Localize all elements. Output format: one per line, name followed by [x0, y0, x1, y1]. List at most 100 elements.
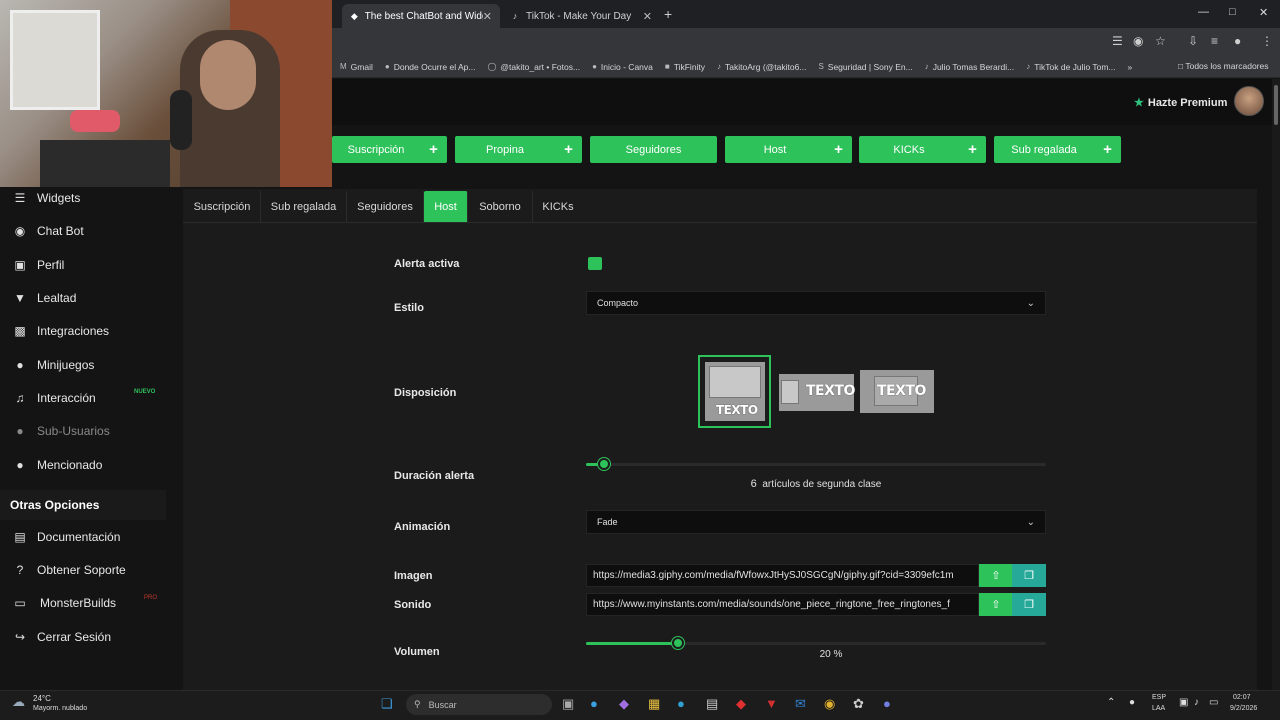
gallery-icon[interactable]: ❐	[1012, 593, 1046, 616]
scrollbar[interactable]	[1272, 79, 1280, 690]
chevron-down-icon: ⌄	[1026, 297, 1035, 309]
bookmark-item[interactable]: ♪ TakitoArg (@takito6...	[717, 62, 806, 72]
user-plus-icon: ●	[16, 424, 24, 438]
taskbar	[0, 690, 1280, 720]
mcafee-icon[interactable]: ▼	[765, 696, 778, 711]
maximize-button[interactable]: □	[1229, 6, 1236, 18]
duracion-slider[interactable]	[586, 458, 1046, 470]
minimize-button[interactable]: —	[1198, 6, 1209, 18]
sidebar-item-integraciones[interactable]: ▩ Integraciones	[12, 324, 109, 338]
browser-tab[interactable]: ♪ TikTok - Make Your Day ✕	[502, 4, 660, 28]
windows-start-icon[interactable]: ❏	[381, 696, 393, 712]
bookmark-item[interactable]: ♪ TikTok de Julio Tom...	[1026, 62, 1115, 72]
tab-sub-regalada[interactable]: Sub regalada	[261, 191, 347, 222]
close-tab-icon[interactable]: ✕	[483, 10, 492, 23]
sonido-url-input[interactable]: https://www.myinstants.com/media/sounds/…	[586, 593, 979, 616]
event-button-kicks[interactable]: KICKs +	[859, 136, 986, 163]
volume-icon[interactable]: ♪	[1194, 697, 1199, 708]
tab-suscripcion[interactable]: Suscripción	[184, 191, 261, 222]
event-button-suscripcion[interactable]: Suscripción +	[332, 136, 447, 163]
sidebar-item-interaccion[interactable]: ♫ Interacción	[12, 391, 96, 405]
tiktok-icon: ♪	[717, 62, 722, 71]
all-bookmarks-button[interactable]: □ Todos los marcadores	[1178, 61, 1269, 71]
clock-time[interactable]: 02:07	[1233, 694, 1251, 701]
bookmark-item[interactable]: ● Donde Ocurre el Ap...	[385, 62, 476, 72]
sidebar-item-mencionado[interactable]: ● Mencionado	[12, 458, 102, 472]
tab-host[interactable]: Host	[424, 191, 468, 222]
file-explorer-icon[interactable]: ▦	[648, 696, 660, 712]
battery-icon[interactable]: ▭	[1209, 697, 1218, 708]
imagen-url-input[interactable]: https://media3.giphy.com/media/fWfowxJtH…	[586, 564, 979, 587]
bookmark-item[interactable]: ● Inicio - Canva	[592, 62, 653, 72]
bookmark-item[interactable]: ♪ Julio Tomas Berardi...	[925, 62, 1015, 72]
outlook-icon[interactable]: ✉	[795, 696, 806, 712]
eye-off-icon[interactable]: ◉	[1133, 34, 1143, 48]
sidebar-item-widgets[interactable]: ☰ Widgets	[12, 191, 81, 205]
chrome-icon[interactable]: ◉	[824, 696, 835, 712]
volumen-slider[interactable]	[586, 637, 1046, 649]
estilo-select[interactable]: Compacto ⌄	[586, 291, 1046, 315]
avatar[interactable]	[1234, 86, 1264, 116]
event-button-propina[interactable]: Propina +	[455, 136, 582, 163]
sidebar-item-monsterbuilds[interactable]: ▭ MonsterBuilds	[12, 596, 116, 610]
page-header	[332, 79, 1272, 125]
sidebar-item-chat-bot[interactable]: ◉ Chat Bot	[12, 224, 84, 238]
event-button-host[interactable]: Host +	[725, 136, 852, 163]
close-window-button[interactable]: ✕	[1259, 6, 1268, 19]
scrollbar-thumb[interactable]	[1274, 85, 1278, 125]
tab-kicks[interactable]: KICKs	[533, 191, 583, 222]
animacion-select[interactable]: Fade ⌄	[586, 510, 1046, 534]
profile-icon[interactable]: ●	[1234, 34, 1241, 48]
sidebar-item-sub-usuarios[interactable]: ● Sub-Usuarios	[12, 424, 109, 438]
bookmark-item[interactable]: ■ TikFinity	[665, 62, 705, 72]
network-icon[interactable]: ▣	[1179, 697, 1188, 708]
bookmark-item[interactable]: M Gmail	[340, 62, 373, 72]
premium-button[interactable]: ★ Hazte Premium	[1134, 96, 1227, 109]
app-red-icon[interactable]: ◆	[736, 696, 746, 712]
sidebar-item-lealtad[interactable]: ▼ Lealtad	[12, 291, 76, 305]
app-icon[interactable]: ◆	[619, 696, 629, 712]
clock-date[interactable]: 9/2/2026	[1230, 705, 1257, 712]
download-icon[interactable]: ⇩	[1188, 34, 1198, 48]
task-view-icon[interactable]: ▣	[562, 696, 574, 712]
gallery-icon[interactable]: ❐	[1012, 564, 1046, 587]
new-tab-button[interactable]: +	[664, 6, 672, 22]
chatgpt-icon[interactable]: ✿	[853, 696, 864, 712]
copilot-icon[interactable]: ●	[590, 696, 598, 711]
layout-option-side[interactable]: TEXTO	[779, 374, 855, 411]
bookmarks-overflow-button[interactable]: »	[1128, 62, 1133, 72]
close-tab-icon[interactable]: ✕	[643, 10, 652, 23]
layout-option-overlay[interactable]: TEXTO	[860, 370, 934, 413]
edge-icon[interactable]: ●	[677, 696, 685, 711]
media-queue-icon[interactable]: ≡	[1211, 34, 1218, 48]
taskbar-search[interactable]: ⚲ Buscar	[406, 694, 552, 715]
tray-chevron-up-icon[interactable]: ⌃	[1107, 697, 1115, 708]
volumen-slider-handle[interactable]	[672, 637, 684, 649]
weather-temp[interactable]: 24°C	[33, 694, 51, 703]
upload-icon[interactable]: ⇧	[979, 564, 1013, 587]
menu-icon[interactable]: ⋮	[1261, 34, 1273, 48]
sidebar-item-minijuegos[interactable]: ● Minijuegos	[12, 358, 94, 372]
store-icon[interactable]: ▤	[706, 696, 718, 712]
alerta-activa-checkbox[interactable]	[588, 257, 602, 270]
tab-soborno[interactable]: Soborno	[468, 191, 533, 222]
sidebar-item-obtener-soporte[interactable]: ? Obtener Soporte	[12, 563, 126, 577]
event-button-seguidores[interactable]: Seguidores	[590, 136, 717, 163]
bookmark-item[interactable]: S Seguridad | Sony En...	[818, 62, 912, 72]
upload-icon[interactable]: ⇧	[979, 593, 1013, 616]
sidebar-item-perfil[interactable]: ▣ Perfil	[12, 258, 64, 272]
translate-icon[interactable]: ☰	[1112, 34, 1123, 48]
language-indicator[interactable]: ESP	[1152, 694, 1166, 701]
sidebar-item-documentacion[interactable]: ▤ Documentación	[12, 530, 120, 544]
bookmark-item[interactable]: ◯ @takito_art • Fotos...	[487, 62, 580, 72]
sidebar-item-cerrar-sesion[interactable]: ↪ Cerrar Sesión	[12, 630, 111, 644]
bookmark-star-icon[interactable]: ☆	[1155, 34, 1166, 48]
tab-seguidores[interactable]: Seguidores	[347, 191, 424, 222]
microphone-icon[interactable]: ●	[1129, 697, 1135, 708]
event-button-sub-regalada[interactable]: Sub regalada +	[994, 136, 1121, 163]
layout-option-stacked[interactable]: TEXTO	[698, 355, 771, 428]
browser-tab[interactable]: ◆ The best ChatBot and Widgets ✕	[342, 4, 500, 28]
weather-desc[interactable]: Mayorm. nublado	[33, 705, 87, 712]
question-icon: ?	[16, 563, 24, 577]
discord-icon[interactable]: ●	[883, 696, 891, 711]
